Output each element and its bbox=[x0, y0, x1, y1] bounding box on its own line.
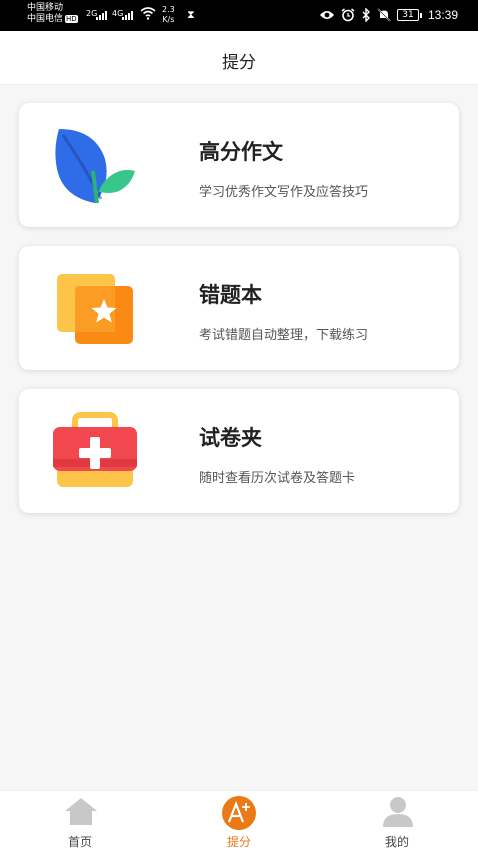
alarm-icon bbox=[341, 8, 355, 22]
tab-label: 提分 bbox=[226, 835, 251, 849]
clock: 13:39 bbox=[427, 8, 458, 22]
carrier-2: 中国电信 bbox=[27, 14, 64, 24]
home-icon bbox=[65, 798, 97, 825]
eye-icon bbox=[319, 11, 334, 19]
card-title: 试卷夹 bbox=[199, 426, 262, 450]
card-error-notebook[interactable]: 错题本 考试错题自动整理，下载练习 bbox=[19, 246, 459, 370]
carrier-1: 中国移动 bbox=[27, 3, 64, 13]
card-title: 错题本 bbox=[199, 283, 262, 307]
leaf-icon bbox=[55, 129, 135, 204]
medical-kit-icon bbox=[53, 412, 137, 487]
page-header: 提分 bbox=[0, 31, 478, 85]
net-speed-unit: K/s bbox=[162, 15, 175, 24]
battery-level: 31 bbox=[396, 9, 419, 21]
net-speed-value: 2.3 bbox=[162, 5, 175, 14]
bluetooth-icon bbox=[362, 8, 370, 22]
status-bar: 中国移动 中国电信 HD 2G 4G 2.3 K/s ⧗ 31 13:39 bbox=[0, 0, 478, 31]
status-icons: 31 13:39 bbox=[319, 6, 458, 24]
signal-2-icon bbox=[122, 9, 133, 20]
card-high-score-essay[interactable]: 高分作文 学习优秀作文写作及应答技巧 bbox=[19, 103, 459, 227]
a-plus-icon bbox=[222, 796, 256, 830]
tab-boost-score[interactable]: 提分 bbox=[179, 791, 299, 850]
tab-mine[interactable]: 我的 bbox=[337, 791, 457, 850]
card-description: 考试错题自动整理，下载练习 bbox=[199, 328, 369, 343]
bottom-tab-bar: 首页 提分 我的 bbox=[0, 790, 478, 850]
tab-label: 首页 bbox=[67, 835, 92, 849]
wifi-icon bbox=[140, 7, 156, 20]
star-folder-icon bbox=[57, 274, 133, 344]
hd-badge: HD bbox=[65, 14, 78, 23]
hourglass-icon: ⧗ bbox=[187, 8, 195, 21]
person-icon bbox=[383, 797, 413, 827]
card-exam-folder[interactable]: 试卷夹 随时查看历次试卷及答题卡 bbox=[19, 389, 459, 513]
card-description: 随时查看历次试卷及答题卡 bbox=[199, 471, 356, 486]
card-title: 高分作文 bbox=[199, 140, 283, 164]
tab-label: 我的 bbox=[384, 835, 409, 849]
signal-1-icon bbox=[96, 9, 107, 20]
battery-icon: 31 bbox=[396, 9, 422, 21]
mute-icon bbox=[377, 8, 391, 22]
net-speed: 2.3 K/s bbox=[162, 5, 175, 25]
carrier-info: 中国移动 中国电信 HD bbox=[27, 3, 78, 25]
card-description: 学习优秀作文写作及应答技巧 bbox=[199, 185, 369, 200]
page-title: 提分 bbox=[222, 53, 256, 73]
tab-home[interactable]: 首页 bbox=[20, 791, 140, 850]
